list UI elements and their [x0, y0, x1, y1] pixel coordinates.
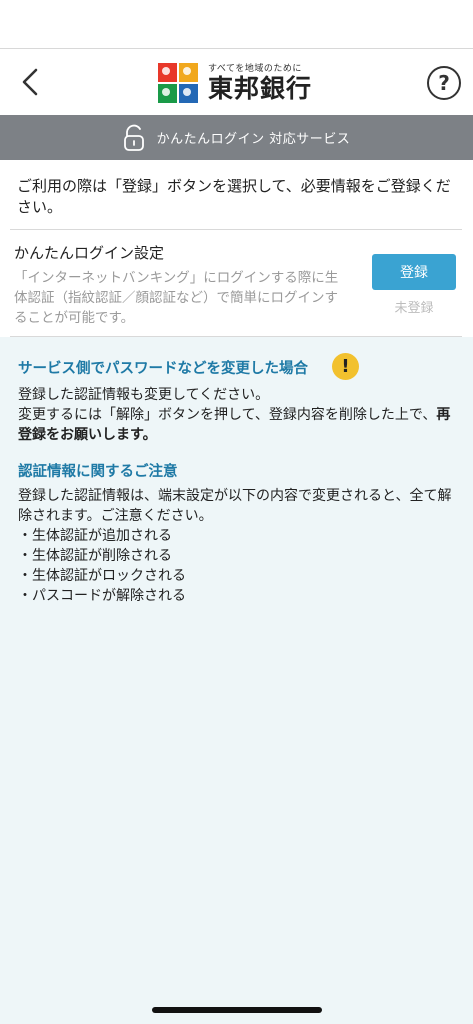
- password-change-heading: サービス側でパスワードなどを変更した場合: [18, 361, 308, 377]
- app-header: すべてを地域のために 東邦銀行 ?: [0, 50, 473, 114]
- password-change-line2: 変更するには「解除」ボタンを押して、登録内容を削除した上で、再登録をお願いします…: [18, 405, 463, 445]
- password-change-line2-text: 変更するには「解除」ボタンを押して、登録内容を削除した上で、: [18, 407, 437, 423]
- list-item: ・生体認証がロックされる: [18, 568, 186, 584]
- bank-logo: すべてを地域のために 東邦銀行: [158, 62, 328, 104]
- logo-text: すべてを地域のために 東邦銀行: [208, 63, 312, 103]
- register-button[interactable]: 登録: [372, 254, 456, 290]
- logo-tile-yellow: [179, 63, 198, 82]
- status-bar: [0, 0, 473, 49]
- list-item: ・生体認証が追加される: [18, 528, 172, 544]
- back-button[interactable]: [12, 64, 48, 100]
- unlock-icon: [123, 124, 144, 151]
- list-item: ・パスコードが解除される: [18, 588, 186, 604]
- service-banner-text: かんたんログイン 対応サービス: [156, 132, 351, 147]
- caution-heading: 認証情報に関するご注意: [18, 464, 178, 480]
- logo-tile-red: [158, 63, 177, 82]
- help-button[interactable]: ?: [427, 66, 461, 100]
- logo-name: 東邦銀行: [208, 74, 313, 103]
- logo-tile-blue: [179, 84, 198, 103]
- service-banner: かんたんログイン 対応サービス: [0, 115, 473, 160]
- warning-icon: !: [332, 353, 359, 380]
- password-change-body: 登録した認証情報も変更してください。 変更するには「解除」ボタンを押して、登録内…: [18, 385, 463, 445]
- app-screen: すべてを地域のために 東邦銀行 ? かんたんログイン 対応サービス ご利用の際は…: [0, 0, 473, 1024]
- easy-login-setting-description: 「インターネットバンキング」にログインする際に生体認証（指紋認証／顔認証など）で…: [14, 270, 339, 326]
- home-indicator: [152, 1007, 322, 1013]
- list-item: ・生体認証が削除される: [18, 548, 172, 564]
- bank-logo-mark: [158, 63, 198, 103]
- easy-login-setting-title: かんたんログイン設定: [14, 244, 165, 262]
- caution-body: 登録した認証情報は、端末設定が以下の内容で変更されると、全て解除されます。ご注意…: [18, 488, 452, 524]
- password-change-line1: 登録した認証情報も変更してください。: [18, 387, 270, 403]
- help-icon: ?: [438, 71, 450, 95]
- divider-top: [10, 229, 462, 230]
- chevron-left-icon: [22, 68, 38, 96]
- registration-status: 未登録: [394, 301, 434, 316]
- intro-text: ご利用の際は「登録」ボタンを選択して、必要情報をご登録ください。: [17, 177, 451, 216]
- logo-tile-green: [158, 84, 177, 103]
- caution-list: ・生体認証が追加される ・生体認証が削除される ・生体認証がロックされる ・パス…: [18, 526, 458, 606]
